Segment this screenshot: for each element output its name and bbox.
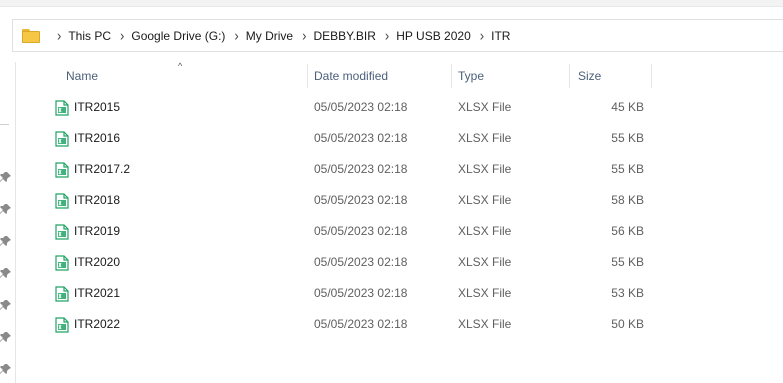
file-row[interactable]: ITR2019 05/05/2023 02:18 XLSX File 56 KB — [34, 216, 654, 247]
breadcrumb-debby-bir[interactable]: DEBBY.BIR — [313, 29, 375, 43]
file-size: 55 KB — [611, 131, 644, 145]
file-type: XLSX File — [458, 317, 512, 331]
column-divider[interactable] — [651, 64, 652, 88]
file-name-text: ITR2021 — [74, 286, 121, 300]
file-size: 56 KB — [611, 224, 644, 238]
chevron-right-icon[interactable]: › — [120, 27, 124, 44]
file-type: XLSX File — [458, 162, 512, 176]
file-row[interactable]: ITR2018 05/05/2023 02:18 XLSX File 58 KB — [34, 185, 654, 216]
file-date-modified: 05/05/2023 02:18 — [314, 193, 408, 207]
file-type: XLSX File — [458, 286, 512, 300]
file-row[interactable]: ITR2016 05/05/2023 02:18 XLSX File 55 KB — [34, 123, 654, 154]
xlsx-file-icon — [54, 316, 70, 333]
pin-icon[interactable] — [0, 171, 12, 183]
column-header-date-modified[interactable]: Date modified — [308, 62, 452, 90]
file-type: XLSX File — [458, 131, 512, 145]
column-header-type-label: Type — [458, 69, 485, 83]
address-bar[interactable]: › This PC › Google Drive (G:) › My Drive… — [12, 19, 783, 52]
breadcrumb-google-drive[interactable]: Google Drive (G:) — [131, 29, 225, 43]
file-name-text: ITR2015 — [74, 100, 121, 114]
nav-divider — [0, 124, 9, 125]
file-date-modified: 05/05/2023 02:18 — [314, 286, 408, 300]
xlsx-file-icon — [54, 130, 70, 147]
file-row[interactable]: ITR2022 05/05/2023 02:18 XLSX File 50 KB — [34, 309, 654, 340]
file-date-modified: 05/05/2023 02:18 — [314, 100, 408, 114]
file-size: 45 KB — [611, 100, 644, 114]
xlsx-file-icon — [54, 254, 70, 271]
pin-icon[interactable] — [0, 235, 12, 247]
file-date-modified: 05/05/2023 02:18 — [314, 131, 408, 145]
file-row[interactable]: ITR2015 05/05/2023 02:18 XLSX File 45 KB — [34, 92, 654, 123]
file-size: 55 KB — [611, 162, 644, 176]
file-name-cell[interactable]: ITR2018 — [54, 185, 120, 216]
pin-icon[interactable] — [0, 363, 12, 375]
file-name-text: ITR2019 — [74, 224, 121, 238]
file-name-cell[interactable]: ITR2015 — [54, 92, 120, 123]
file-date-modified: 05/05/2023 02:18 — [314, 317, 408, 331]
chevron-right-icon[interactable]: › — [234, 27, 238, 44]
file-type: XLSX File — [458, 255, 512, 269]
chevron-right-icon[interactable]: › — [302, 27, 306, 44]
column-header-row: Name ^ Date modified Type Size — [34, 62, 654, 90]
column-header-size-label: Size — [578, 69, 602, 83]
file-size: 53 KB — [611, 286, 644, 300]
breadcrumb-hp-usb-2020[interactable]: HP USB 2020 — [396, 29, 471, 43]
file-type: XLSX File — [458, 193, 512, 207]
chevron-right-icon[interactable]: › — [480, 27, 484, 44]
chevron-right-icon[interactable]: › — [57, 27, 61, 44]
pin-icon[interactable] — [0, 299, 12, 311]
window-top-strip — [0, 0, 783, 7]
file-size: 50 KB — [611, 317, 644, 331]
file-date-modified: 05/05/2023 02:18 — [314, 224, 408, 238]
column-header-name[interactable]: Name ^ — [34, 62, 308, 90]
file-name-cell[interactable]: ITR2017.2 — [54, 154, 130, 185]
breadcrumb-this-pc[interactable]: This PC — [68, 29, 111, 43]
column-header-size[interactable]: Size — [570, 62, 652, 90]
breadcrumb-my-drive[interactable]: My Drive — [246, 29, 293, 43]
file-name-cell[interactable]: ITR2021 — [54, 278, 120, 309]
file-date-modified: 05/05/2023 02:18 — [314, 162, 408, 176]
file-size: 55 KB — [611, 255, 644, 269]
file-name-text: ITR2020 — [74, 255, 121, 269]
xlsx-file-icon — [54, 99, 70, 116]
file-name-cell[interactable]: ITR2016 — [54, 123, 120, 154]
xlsx-file-icon — [54, 161, 70, 178]
file-type: XLSX File — [458, 100, 512, 114]
file-name-text: ITR2016 — [74, 131, 121, 145]
pin-icon[interactable] — [0, 203, 12, 215]
column-header-date-label: Date modified — [314, 69, 389, 83]
column-header-type[interactable]: Type — [452, 62, 570, 90]
file-size: 58 KB — [611, 193, 644, 207]
file-row[interactable]: ITR2017.2 05/05/2023 02:18 XLSX File 55 KB — [34, 154, 654, 185]
file-date-modified: 05/05/2023 02:18 — [314, 255, 408, 269]
file-name-text: ITR2017.2 — [74, 162, 131, 176]
file-name-cell[interactable]: ITR2020 — [54, 247, 120, 278]
pin-icon[interactable] — [0, 331, 12, 343]
xlsx-file-icon — [54, 285, 70, 302]
file-type: XLSX File — [458, 224, 512, 238]
column-header-name-label: Name — [66, 69, 99, 83]
breadcrumb-itr[interactable]: ITR — [491, 29, 510, 43]
xlsx-file-icon — [54, 192, 70, 209]
chevron-right-icon[interactable]: › — [385, 27, 389, 44]
file-name-text: ITR2018 — [74, 193, 121, 207]
pin-icon[interactable] — [0, 267, 12, 279]
file-name-cell[interactable]: ITR2019 — [54, 216, 120, 247]
file-name-cell[interactable]: ITR2022 — [54, 309, 120, 340]
folder-icon — [22, 28, 40, 43]
file-row[interactable]: ITR2020 05/05/2023 02:18 XLSX File 55 KB — [34, 247, 654, 278]
sort-ascending-icon: ^ — [178, 61, 183, 71]
file-row[interactable]: ITR2021 05/05/2023 02:18 XLSX File 53 KB — [34, 278, 654, 309]
xlsx-file-icon — [54, 223, 70, 240]
file-name-text: ITR2022 — [74, 317, 121, 331]
